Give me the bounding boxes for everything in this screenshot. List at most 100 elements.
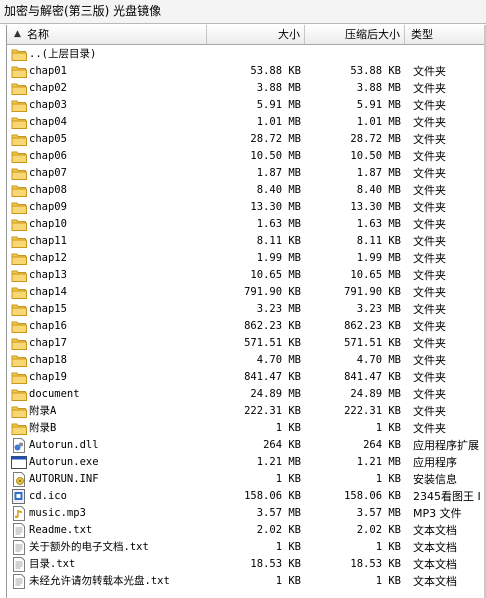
file-name: music.mp3 [29, 507, 86, 519]
file-row[interactable]: 关于额外的电子文档.txt 1 KB 1 KB 文本文档 [7, 539, 486, 556]
file-row[interactable]: chap08 8.40 MB 8.40 MB 文件夹 [7, 182, 486, 199]
file-row[interactable]: 附录B 1 KB 1 KB 文件夹 [7, 420, 486, 437]
file-size: 28.72 MB [250, 133, 301, 145]
file-row[interactable]: Autorun.dll 264 KB 264 KB 应用程序扩展 [7, 437, 486, 454]
file-row[interactable]: chap07 1.87 MB 1.87 MB 文件夹 [7, 165, 486, 182]
file-row[interactable]: chap02 3.88 MB 3.88 MB 文件夹 [7, 80, 486, 97]
dll-icon [11, 438, 27, 453]
file-row[interactable]: chap01 53.88 KB 53.88 KB 文件夹 [7, 63, 486, 80]
file-name: chap16 [29, 320, 67, 332]
column-name-header[interactable]: ▲ 名称 [7, 25, 207, 44]
file-type: 文件夹 [413, 133, 446, 146]
file-row[interactable]: cd.ico 158.06 KB 158.06 KB 2345看图王 I [7, 488, 486, 505]
file-type: 文件夹 [413, 371, 446, 384]
window-title: 加密与解密(第三版) 光盘镜像 [0, 0, 486, 24]
file-row[interactable]: chap04 1.01 MB 1.01 MB 文件夹 [7, 114, 486, 131]
file-row[interactable]: chap15 3.23 MB 3.23 MB 文件夹 [7, 301, 486, 318]
file-name: chap07 [29, 167, 67, 179]
file-row[interactable]: chap14 791.90 KB 791.90 KB 文件夹 [7, 284, 486, 301]
file-compressed-size: 841.47 KB [344, 371, 401, 383]
file-name: chap11 [29, 235, 67, 247]
file-compressed-size: 264 KB [363, 439, 401, 451]
file-row[interactable]: chap18 4.70 MB 4.70 MB 文件夹 [7, 352, 486, 369]
file-type: 文件夹 [413, 201, 446, 214]
file-type: 文件夹 [413, 303, 446, 316]
file-row[interactable]: 目录.txt 18.53 KB 18.53 KB 文本文档 [7, 556, 486, 573]
file-row[interactable]: chap17 571.51 KB 571.51 KB 文件夹 [7, 335, 486, 352]
file-size: 18.53 KB [250, 558, 301, 570]
file-type: 文件夹 [413, 405, 446, 418]
column-compressed-label: 压缩后大小 [345, 28, 400, 41]
file-compressed-size: 1.21 MB [356, 456, 401, 468]
file-type: 文件夹 [413, 252, 446, 265]
file-size: 1.63 MB [256, 218, 301, 230]
file-name: chap18 [29, 354, 67, 366]
file-size: 1 KB [275, 473, 301, 485]
file-name: cd.ico [29, 490, 67, 502]
text-file-icon [11, 523, 27, 538]
file-size: 1.87 MB [256, 167, 301, 179]
file-type: 文本文档 [413, 541, 457, 554]
file-row[interactable]: AUTORUN.INF 1 KB 1 KB 安装信息 [7, 471, 486, 488]
folder-icon [11, 183, 27, 198]
file-size: 10.65 MB [250, 269, 301, 281]
file-size: 841.47 KB [244, 371, 301, 383]
file-row[interactable]: chap13 10.65 MB 10.65 MB 文件夹 [7, 267, 486, 284]
text-file-icon [11, 540, 27, 555]
file-compressed-size: 1 KB [375, 422, 401, 434]
file-row[interactable]: chap11 8.11 KB 8.11 KB 文件夹 [7, 233, 486, 250]
file-type: 文件夹 [413, 116, 446, 129]
column-type-header[interactable]: 类型 [405, 25, 486, 44]
file-size: 8.40 MB [256, 184, 301, 196]
column-name-label: 名称 [27, 28, 49, 41]
file-name: chap09 [29, 201, 67, 213]
file-row[interactable]: chap09 13.30 MB 13.30 MB 文件夹 [7, 199, 486, 216]
file-row[interactable]: ..(上层目录) [7, 46, 486, 63]
file-compressed-size: 28.72 MB [350, 133, 401, 145]
file-row[interactable]: 未经允许请勿转载本光盘.txt 1 KB 1 KB 文本文档 [7, 573, 486, 590]
exe-icon [11, 455, 27, 470]
file-type: 文件夹 [413, 150, 446, 163]
file-name: chap12 [29, 252, 67, 264]
file-row[interactable]: chap06 10.50 MB 10.50 MB 文件夹 [7, 148, 486, 165]
file-row[interactable]: document 24.89 MB 24.89 MB 文件夹 [7, 386, 486, 403]
file-row[interactable]: 附录A 222.31 KB 222.31 KB 文件夹 [7, 403, 486, 420]
file-size: 3.57 MB [256, 507, 301, 519]
file-size: 8.11 KB [256, 235, 301, 247]
file-size: 1.21 MB [256, 456, 301, 468]
sort-up-icon: ▲ [14, 29, 21, 39]
file-list[interactable]: ▲ 名称 大小 压缩后大小 类型 ..(上层目录) chap01 53.88 KB 5… [6, 25, 486, 598]
file-compressed-size: 791.90 KB [344, 286, 401, 298]
file-row[interactable]: chap10 1.63 MB 1.63 MB 文件夹 [7, 216, 486, 233]
file-row[interactable]: chap19 841.47 KB 841.47 KB 文件夹 [7, 369, 486, 386]
file-row[interactable]: music.mp3 3.57 MB 3.57 MB MP3 文件 [7, 505, 486, 522]
file-size: 4.70 MB [256, 354, 301, 366]
file-row[interactable]: chap05 28.72 MB 28.72 MB 文件夹 [7, 131, 486, 148]
file-type: 应用程序 [413, 456, 457, 469]
file-name: document [29, 388, 80, 400]
file-type: 文件夹 [413, 167, 446, 180]
file-type: 文件夹 [413, 286, 446, 299]
file-compressed-size: 571.51 KB [344, 337, 401, 349]
column-header: ▲ 名称 大小 压缩后大小 类型 [7, 25, 486, 45]
folder-icon [11, 115, 27, 130]
column-compressed-header[interactable]: 压缩后大小 [305, 25, 405, 44]
file-row[interactable]: chap12 1.99 MB 1.99 MB 文件夹 [7, 250, 486, 267]
file-type: 文件夹 [413, 422, 446, 435]
file-row[interactable]: Autorun.exe 1.21 MB 1.21 MB 应用程序 [7, 454, 486, 471]
file-row[interactable]: chap03 5.91 MB 5.91 MB 文件夹 [7, 97, 486, 114]
file-name: 目录.txt [29, 558, 76, 570]
text-file-icon [11, 557, 27, 572]
file-size: 2.02 KB [256, 524, 301, 536]
folder-icon [11, 302, 27, 317]
folder-icon [11, 421, 27, 436]
file-compressed-size: 4.70 MB [356, 354, 401, 366]
file-name: chap02 [29, 82, 67, 94]
file-row[interactable]: Readme.txt 2.02 KB 2.02 KB 文本文档 [7, 522, 486, 539]
file-size: 3.88 MB [256, 82, 301, 94]
column-type-label: 类型 [411, 28, 433, 41]
file-row[interactable]: chap16 862.23 KB 862.23 KB 文件夹 [7, 318, 486, 335]
file-type [413, 46, 486, 63]
column-size-header[interactable]: 大小 [207, 25, 305, 44]
folder-icon [11, 200, 27, 215]
